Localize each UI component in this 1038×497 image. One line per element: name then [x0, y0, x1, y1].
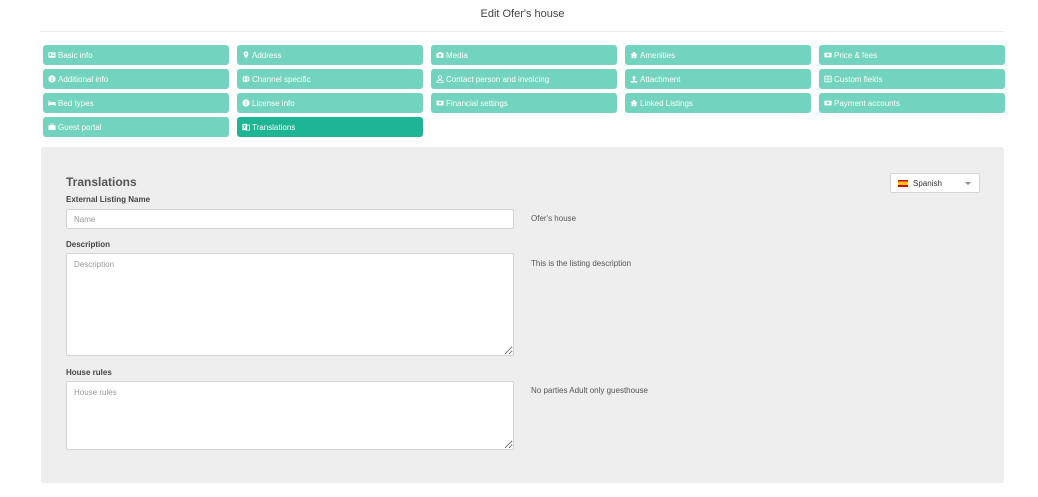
tab-label: Payment accounts — [834, 98, 900, 108]
tab-label: Linked Listings — [640, 98, 693, 108]
tab-label: Custom fields — [834, 74, 883, 84]
tab-payment-accounts[interactable]: Payment accounts — [819, 93, 1005, 113]
chevron-down-icon — [965, 182, 971, 185]
tab-contact-person-and-invoicing[interactable]: Contact person and invoicing — [431, 69, 617, 89]
page-title: Edit Ofer's house — [480, 8, 565, 20]
id-card-icon — [47, 51, 56, 60]
section-title: Translations — [66, 175, 137, 189]
money-icon — [823, 51, 832, 60]
globe-icon — [241, 75, 250, 84]
language-select-value: Spanish — [913, 178, 942, 188]
tab-label: Bed types — [58, 98, 94, 108]
tab-address[interactable]: Address — [237, 45, 423, 65]
user-icon — [435, 75, 444, 84]
camera-icon — [435, 51, 444, 60]
tab-label: License info — [252, 98, 295, 108]
title-divider — [40, 31, 1004, 32]
tab-label: Financial settings — [446, 98, 508, 108]
tab-label: Additional info — [58, 74, 109, 84]
map-marker-icon — [241, 51, 250, 60]
tab-label: Contact person and invoicing — [446, 74, 550, 84]
external-listing-name-input[interactable] — [66, 209, 514, 229]
tab-guest-portal[interactable]: Guest portal — [43, 117, 229, 137]
money-icon — [435, 99, 444, 108]
language-select[interactable]: Spanish — [890, 173, 980, 193]
description-label: Description — [66, 240, 111, 249]
tab-media[interactable]: Media — [431, 45, 617, 65]
tab-channel-specific[interactable]: Channel specific — [237, 69, 423, 89]
tab-label: Guest portal — [58, 122, 102, 132]
description-textarea[interactable] — [66, 253, 514, 356]
tab-amenities[interactable]: Amenities — [625, 45, 811, 65]
grid-icon — [823, 75, 832, 84]
tab-financial-settings[interactable]: Financial settings — [431, 93, 617, 113]
tab-price-and-fees[interactable]: Price & fees — [819, 45, 1005, 65]
external-listing-name-original: Ofer's house — [531, 214, 577, 223]
spain-flag-icon — [898, 179, 908, 187]
tab-label: Channel specific — [252, 74, 311, 84]
tab-additional-info[interactable]: Additional info — [43, 69, 229, 89]
house-rules-label: House rules — [66, 368, 112, 377]
home-icon — [629, 99, 638, 108]
briefcase-icon — [47, 123, 56, 132]
tab-attachment[interactable]: Attachment — [625, 69, 811, 89]
house-rules-textarea[interactable] — [66, 381, 514, 450]
tab-translations[interactable]: Translations — [237, 117, 423, 137]
tab-label: Media — [446, 50, 468, 60]
tab-label: Address — [252, 50, 282, 60]
money-icon — [823, 99, 832, 108]
info-circle-icon — [241, 99, 250, 108]
info-circle-icon — [47, 75, 56, 84]
home-icon — [629, 51, 638, 60]
description-original: This is the listing description — [531, 259, 632, 268]
bed-icon — [47, 99, 56, 108]
house-rules-original: No parties Adult only guesthouse — [531, 386, 648, 395]
tab-basic-info[interactable]: Basic info — [43, 45, 229, 65]
tab-label: Amenities — [640, 50, 676, 60]
upload-icon — [629, 75, 638, 84]
tab-label: Attachment — [640, 74, 681, 84]
translations-panel: Translations Spanish External Listing Na… — [41, 147, 1004, 483]
section-tabs: Basic info Address Media Amenities Price & f… — [43, 45, 1005, 137]
tab-bed-types[interactable]: Bed types — [43, 93, 229, 113]
tab-license-info[interactable]: License info — [237, 93, 423, 113]
tab-label: Basic info — [58, 50, 93, 60]
external-listing-name-label: External Listing Name — [66, 195, 151, 204]
tab-label: Translations — [252, 122, 296, 132]
tab-label: Price & fees — [834, 50, 878, 60]
tab-linked-listings[interactable]: Linked Listings — [625, 93, 811, 113]
tab-custom-fields[interactable]: Custom fields — [819, 69, 1005, 89]
translate-icon — [241, 123, 250, 132]
